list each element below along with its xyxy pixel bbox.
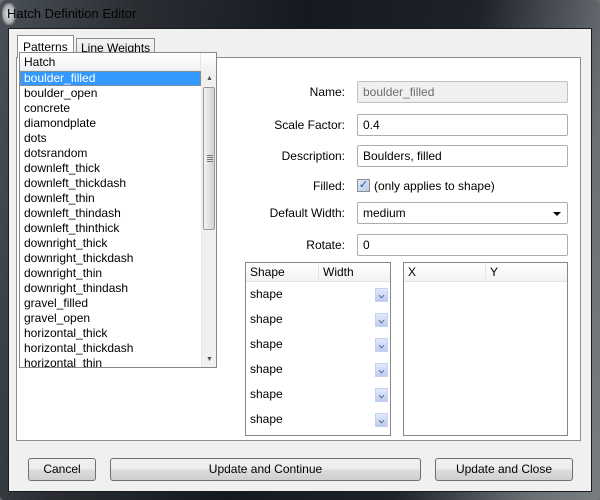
update-and-continue-button[interactable]: Update and Continue xyxy=(110,458,421,481)
width-dropdown-chevron-icon[interactable] xyxy=(375,313,388,327)
shape-row[interactable]: shape xyxy=(246,287,390,312)
y-column-header[interactable]: Y xyxy=(486,263,567,281)
hatch-list-item[interactable]: horizontal_thin xyxy=(20,356,201,367)
hatch-list-item[interactable]: downleft_thindash xyxy=(20,206,201,221)
shape-column-header[interactable]: Shape xyxy=(246,263,319,281)
shape-row[interactable]: shape xyxy=(246,362,390,387)
hatch-list-item[interactable]: downleft_thinthick xyxy=(20,221,201,236)
width-dropdown-chevron-icon[interactable] xyxy=(375,288,388,302)
hatch-list-item[interactable]: downright_thick xyxy=(20,236,201,251)
shape-row[interactable]: shape xyxy=(246,312,390,337)
shape-cell[interactable]: shape xyxy=(250,287,283,301)
hatch-list-scrollbar[interactable]: ▲ ▼ xyxy=(201,71,216,367)
scroll-up-arrow-icon[interactable]: ▲ xyxy=(202,71,216,86)
shape-row[interactable]: shape xyxy=(246,387,390,412)
shape-cell[interactable]: shape xyxy=(250,387,283,401)
title-bar[interactable]: Hatch Definition Editor xyxy=(0,0,600,28)
update-and-close-button[interactable]: Update and Close xyxy=(435,458,573,481)
shape-row[interactable]: shape xyxy=(246,412,390,437)
width-dropdown-chevron-icon[interactable] xyxy=(375,388,388,402)
hatch-list-item[interactable]: downright_thickdash xyxy=(20,251,201,266)
width-column-header[interactable]: Width xyxy=(319,263,390,281)
xy-grid-header: X Y xyxy=(404,263,567,282)
hatch-list-item[interactable]: concrete xyxy=(20,101,201,116)
hatch-list-item[interactable]: dots xyxy=(20,131,201,146)
hatch-list-item[interactable]: boulder_filled xyxy=(20,71,201,86)
hatch-list-item[interactable]: boulder_open xyxy=(20,86,201,101)
scroll-grip-icon xyxy=(207,155,213,162)
hatch-list-item[interactable]: downleft_thick xyxy=(20,161,201,176)
header-corner xyxy=(201,53,216,72)
hatch-editor-window: Hatch Definition Editor Patterns Line We… xyxy=(0,0,600,500)
hatch-list-item[interactable]: diamondplate xyxy=(20,116,201,131)
scroll-thumb[interactable] xyxy=(203,87,215,230)
hatch-list-item[interactable]: dotsrandom xyxy=(20,146,201,161)
width-dropdown-chevron-icon[interactable] xyxy=(375,363,388,377)
cancel-button[interactable]: Cancel xyxy=(28,458,96,481)
shape-row[interactable]: shape xyxy=(246,337,390,362)
width-dropdown-chevron-icon[interactable] xyxy=(375,338,388,352)
hatch-list[interactable]: Hatch boulder_filled boulder_open concrete… xyxy=(19,52,217,368)
shape-cell[interactable]: shape xyxy=(250,412,283,426)
shape-width-grid[interactable]: Shape Width shape shape shape shape shape sha… xyxy=(245,262,391,436)
hatch-list-item[interactable]: downleft_thickdash xyxy=(20,176,201,191)
shape-cell[interactable]: shape xyxy=(250,337,283,351)
hatch-list-item[interactable]: horizontal_thickdash xyxy=(20,341,201,356)
shape-cell[interactable]: shape xyxy=(250,362,283,376)
window-title: Hatch Definition Editor xyxy=(7,6,137,21)
scroll-down-arrow-icon[interactable]: ▼ xyxy=(202,352,216,367)
width-dropdown-chevron-icon[interactable] xyxy=(375,413,388,427)
hatch-list-item[interactable]: downright_thindash xyxy=(20,281,201,296)
shape-cell[interactable]: shape xyxy=(250,312,283,326)
hatch-items: boulder_filled boulder_open concrete diamon… xyxy=(20,71,201,367)
hatch-list-item[interactable]: horizontal_thick xyxy=(20,326,201,341)
hatch-list-item[interactable]: downleft_thin xyxy=(20,191,201,206)
shape-grid-header: Shape Width xyxy=(246,263,390,282)
hatch-list-item[interactable]: downright_thin xyxy=(20,266,201,281)
hatch-column-header[interactable]: Hatch xyxy=(20,53,201,71)
x-column-header[interactable]: X xyxy=(404,263,486,281)
hatch-list-item[interactable]: gravel_filled xyxy=(20,296,201,311)
hatch-list-item[interactable]: gravel_open xyxy=(20,311,201,326)
xy-grid[interactable]: X Y xyxy=(403,262,568,436)
